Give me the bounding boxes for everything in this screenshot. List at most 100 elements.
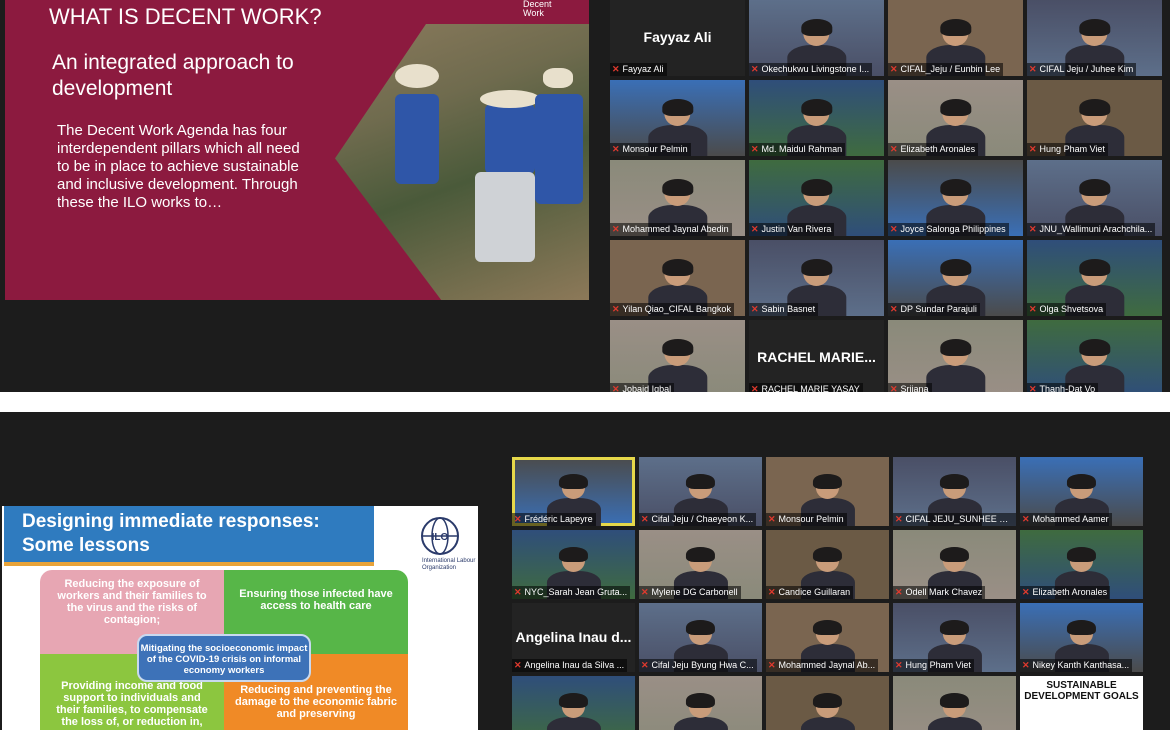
slide-body-text: The Decent Work Agenda has four interdep…: [57, 122, 300, 211]
participant-name-label: ✕ Thanh-Dat Vo: [1027, 383, 1099, 392]
participant-name-label: ✕ RACHEL MARIE YASAY: [749, 383, 863, 392]
participant-name-label: ✕ Cifal Jeju Byung Hwa C...: [639, 659, 757, 672]
participant-name-label: ✕ Monsour Pelmin: [766, 513, 847, 526]
participant-tile[interactable]: ✕ Yilan Qiao_CIFAL Bangkok: [610, 240, 745, 316]
participant-name-label: ✕ Jobaid Iqbal: [610, 383, 675, 392]
participant-tile[interactable]: ✕ Joyce Salonga Philippines: [888, 160, 1023, 236]
participant-name-label: ✕ Sabin Basnet: [749, 303, 819, 316]
muted-mic-icon: ✕: [751, 224, 759, 234]
muted-mic-icon: ✕: [768, 587, 776, 597]
ilo-name: International Labour Organization: [422, 558, 476, 571]
muted-mic-icon: ✕: [1022, 514, 1030, 524]
participant-tile[interactable]: ✕ Hung Pham Viet: [1027, 80, 1162, 156]
participant-name-label: ✕ Mohammed Aamer: [1020, 513, 1112, 526]
participant-tile[interactable]: ✕ Okechukwu Livingstone I...: [749, 0, 884, 76]
participant-tile[interactable]: ✕ Olga Shvetsova: [1027, 240, 1162, 316]
muted-mic-icon: ✕: [1029, 384, 1037, 392]
participant-tile[interactable]: ✕ Elizabeth Aronales: [1020, 530, 1143, 599]
muted-mic-icon: ✕: [1029, 224, 1037, 234]
participant-tile[interactable]: ✕ Nikey Kanth Kanthasa...: [1020, 603, 1143, 672]
muted-mic-icon: ✕: [1029, 304, 1037, 314]
participant-name-label: ✕ Angelina Inau da Silva ...: [512, 659, 628, 672]
muted-mic-icon: ✕: [890, 384, 898, 392]
participant-tile[interactable]: ✕ Hung Pham Viet: [893, 603, 1016, 672]
participant-name-label: ✕ Okechukwu Livingstone I...: [749, 63, 873, 76]
muted-mic-icon: ✕: [612, 64, 620, 74]
svg-text:ILO: ILO: [432, 532, 449, 543]
participant-tile[interactable]: ✕ NYC_Sarah Jean Gruta...: [512, 530, 635, 599]
participant-tile[interactable]: ✕ Frédéric Lapeyre: [512, 457, 635, 526]
decent-work-logo: Decent Work: [523, 0, 552, 18]
participant-tile[interactable]: [766, 676, 889, 730]
participant-tile[interactable]: ✕ Candice Guillaran: [766, 530, 889, 599]
participant-tile[interactable]: ✕ Monsour Pelmin: [766, 457, 889, 526]
muted-mic-icon: ✕: [612, 224, 620, 234]
participant-tile[interactable]: ✕ Mylene DG Carbonell: [639, 530, 762, 599]
muted-mic-icon: ✕: [890, 64, 898, 74]
participant-tile[interactable]: ✕ Thanh-Dat Vo: [1027, 320, 1162, 392]
participant-video-avatar: [546, 693, 601, 730]
zoom-meeting-screen-top: WHAT IS DECENT WORK? An integrated appro…: [0, 0, 1170, 392]
participant-tile[interactable]: ✕ Mohammed Jaynal Abedin: [610, 160, 745, 236]
muted-mic-icon: ✕: [612, 384, 620, 392]
participant-name-label: ✕ CIFAL Jeju / Juhee Kim: [1027, 63, 1137, 76]
muted-mic-icon: ✕: [890, 144, 898, 154]
participant-tile[interactable]: ✕ Srijana: [888, 320, 1023, 392]
participant-tile[interactable]: ✕ Justin Van Rivera: [749, 160, 884, 236]
muted-mic-icon: ✕: [641, 514, 649, 524]
participant-tile[interactable]: [512, 676, 635, 730]
participant-name-label: ✕ Justin Van Rivera: [749, 223, 835, 236]
muted-mic-icon: ✕: [1022, 587, 1030, 597]
muted-mic-icon: ✕: [895, 660, 903, 670]
participant-video-avatar: [927, 693, 982, 730]
participant-name-label: ✕ Joyce Salonga Philippines: [888, 223, 1009, 236]
participant-tile[interactable]: ✕ CIFAL Jeju / Juhee Kim: [1027, 0, 1162, 76]
participant-tile[interactable]: ✕ Mohammed Jaynal Ab...: [766, 603, 889, 672]
participant-display-name: RACHEL MARIE...: [757, 348, 876, 365]
participant-name-label: ✕ Odell Mark Chavez: [893, 586, 986, 599]
muted-mic-icon: ✕: [1029, 144, 1037, 154]
participant-tile[interactable]: ✕ Jobaid Iqbal: [610, 320, 745, 392]
participant-tile[interactable]: RACHEL MARIE... ✕ RACHEL MARIE YASAY: [749, 320, 884, 392]
muted-mic-icon: ✕: [768, 660, 776, 670]
participant-name-label: ✕ Srijana: [888, 383, 932, 392]
participant-tile[interactable]: ✕ CIFAL_Jeju / Eunbin Lee: [888, 0, 1023, 76]
participant-tile[interactable]: ✕ Md. Maidul Rahman: [749, 80, 884, 156]
center-box-informal-economy: Mitigating the socioeconomic impact of t…: [137, 634, 311, 682]
workers-photo: [335, 24, 589, 300]
muted-mic-icon: ✕: [895, 587, 903, 597]
participant-name-label: ✕ Fayyaz Ali: [610, 63, 667, 76]
participant-name-label: ✕ Hung Pham Viet: [1027, 143, 1108, 156]
participant-name-label: ✕ Md. Maidul Rahman: [749, 143, 846, 156]
participant-video-avatar: [800, 693, 855, 730]
participant-tile[interactable]: [893, 676, 1016, 730]
ilo-globe-icon: ILO: [421, 517, 459, 555]
muted-mic-icon: ✕: [641, 660, 649, 670]
participant-tile[interactable]: ✕ Mohammed Aamer: [1020, 457, 1143, 526]
participant-tile[interactable]: ✕ Cifal Jeju / Chaeyeon K...: [639, 457, 762, 526]
participant-tile[interactable]: Fayyaz Ali ✕ Fayyaz Ali: [610, 0, 745, 76]
participant-tile[interactable]: ✕ Monsour Pelmin: [610, 80, 745, 156]
participant-name-label: ✕ JNU_Wallimuni Arachchila...: [1027, 223, 1156, 236]
participant-name-label: ✕ Monsour Pelmin: [610, 143, 691, 156]
participant-tile[interactable]: SUSTAINABLE DEVELOPMENT GOALS: [1020, 676, 1143, 730]
participant-tile[interactable]: ✕ Cifal Jeju Byung Hwa C...: [639, 603, 762, 672]
sdg-logo-text: SUSTAINABLE DEVELOPMENT GOALS: [1024, 680, 1139, 702]
participant-name-label: ✕ Candice Guillaran: [766, 586, 854, 599]
participant-tile[interactable]: [639, 676, 762, 730]
participant-tile[interactable]: ✕ Elizabeth Aronales: [888, 80, 1023, 156]
muted-mic-icon: ✕: [890, 224, 898, 234]
zoom-meeting-screen-bottom: Designing immediate responses: Some less…: [0, 412, 1170, 730]
participant-name-label: ✕ Yilan Qiao_CIFAL Bangkok: [610, 303, 734, 316]
participant-name-label: ✕ CIFAL_Jeju / Eunbin Lee: [888, 63, 1004, 76]
participant-tile[interactable]: ✕ Odell Mark Chavez: [893, 530, 1016, 599]
slide-subtitle: An integrated approach to development: [52, 51, 294, 100]
participant-tile[interactable]: Angelina Inau d... ✕ Angelina Inau da Silv…: [512, 603, 635, 672]
participant-name-label: ✕ Nikey Kanth Kanthasa...: [1020, 659, 1133, 672]
slide-title: Designing immediate responses: Some less…: [4, 506, 374, 566]
participant-tile[interactable]: ✕ JNU_Wallimuni Arachchila...: [1027, 160, 1162, 236]
participant-tile[interactable]: ✕ Sabin Basnet: [749, 240, 884, 316]
participant-tile[interactable]: ✕ CIFAL JEJU_SUNHEE C...: [893, 457, 1016, 526]
participant-tile[interactable]: ✕ DP Sundar Parajuli: [888, 240, 1023, 316]
participant-name-label: ✕ Mohammed Jaynal Abedin: [610, 223, 732, 236]
